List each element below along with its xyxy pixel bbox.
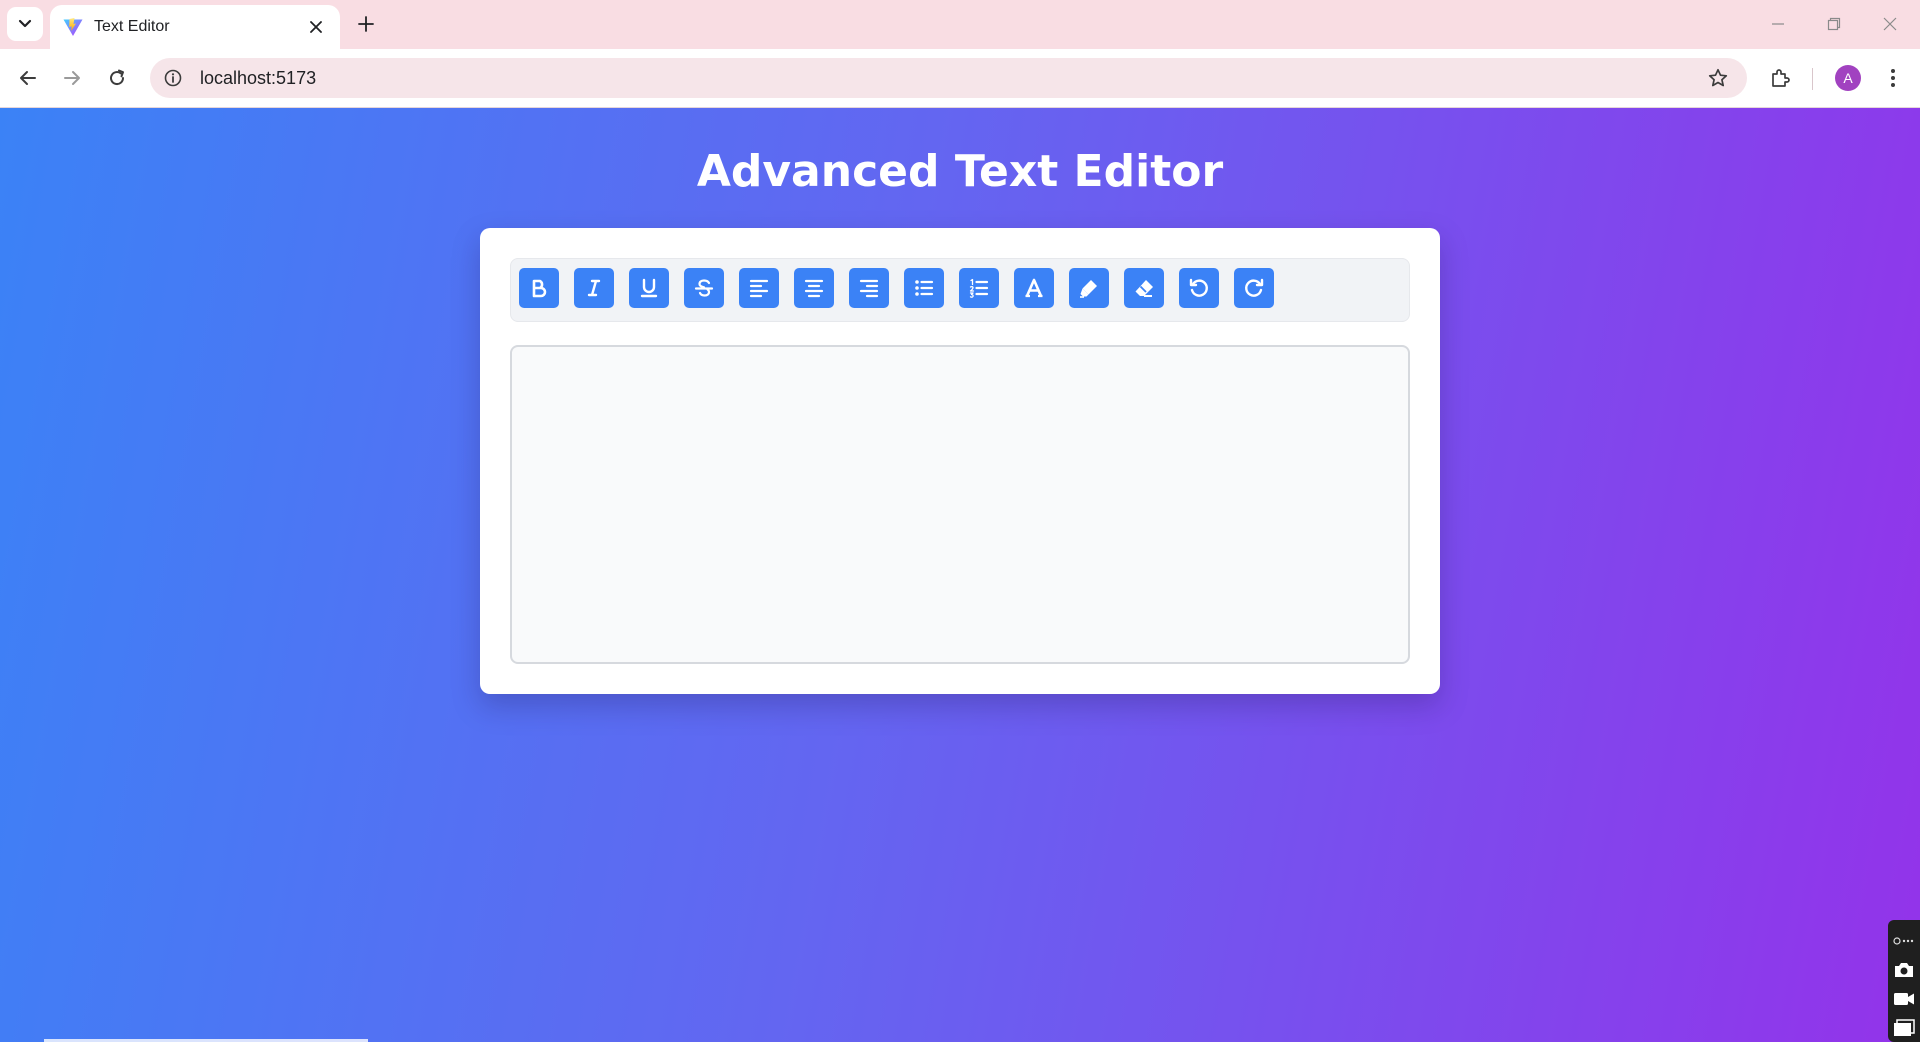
minimize-icon bbox=[1772, 23, 1784, 25]
bullet-list-button[interactable] bbox=[904, 268, 944, 308]
more-vertical-icon bbox=[1891, 69, 1895, 87]
highlight-button[interactable] bbox=[1069, 268, 1109, 308]
restore-button[interactable] bbox=[1814, 8, 1854, 40]
align-center-icon bbox=[804, 279, 824, 298]
arrow-left-icon bbox=[20, 71, 36, 85]
bookmark-star-icon[interactable] bbox=[1701, 61, 1735, 95]
info-icon[interactable] bbox=[158, 63, 188, 93]
formatting-toolbar bbox=[510, 258, 1410, 322]
browser-tabstrip: Text Editor bbox=[0, 0, 1920, 49]
video-camera-icon[interactable] bbox=[1890, 984, 1918, 1013]
numbered-list-icon bbox=[969, 278, 989, 298]
window-close-button[interactable] bbox=[1870, 8, 1910, 40]
bullet-list-icon bbox=[915, 280, 934, 296]
numbered-list-button[interactable] bbox=[959, 268, 999, 308]
puzzle-icon bbox=[1772, 69, 1790, 87]
align-center-button[interactable] bbox=[794, 268, 834, 308]
screen-record-icon[interactable] bbox=[1890, 1013, 1918, 1042]
back-button[interactable] bbox=[11, 61, 45, 95]
underline-icon bbox=[640, 278, 658, 298]
camera-icon[interactable] bbox=[1890, 955, 1918, 984]
page-title: Advanced Text Editor bbox=[696, 146, 1224, 197]
bold-icon bbox=[532, 279, 547, 298]
text-editor-area[interactable] bbox=[510, 345, 1410, 664]
page-background: Advanced Text Editor bbox=[0, 108, 1920, 1042]
capture-widget bbox=[1888, 920, 1920, 1042]
extensions-button[interactable] bbox=[1764, 61, 1798, 95]
close-icon[interactable] bbox=[304, 15, 328, 39]
tab-search-button[interactable] bbox=[7, 7, 43, 41]
restore-icon bbox=[1827, 17, 1841, 31]
url-text[interactable]: localhost:5173 bbox=[200, 68, 1701, 89]
toolbar-separator bbox=[1812, 68, 1813, 90]
profile-avatar[interactable]: A bbox=[1835, 65, 1861, 91]
browser-menu-button[interactable] bbox=[1876, 61, 1910, 95]
reload-button[interactable] bbox=[100, 61, 134, 95]
highlighter-icon bbox=[1080, 280, 1097, 298]
browser-toolbar: localhost:5173 A bbox=[0, 49, 1920, 108]
editor-card bbox=[480, 228, 1440, 694]
strikethrough-icon bbox=[694, 279, 714, 297]
text-color-button[interactable] bbox=[1014, 268, 1054, 308]
bold-button[interactable] bbox=[519, 268, 559, 308]
align-right-button[interactable] bbox=[849, 268, 889, 308]
italic-icon bbox=[587, 279, 601, 297]
font-icon bbox=[1025, 278, 1043, 298]
undo-button[interactable] bbox=[1179, 268, 1219, 308]
widget-menu-icon[interactable] bbox=[1890, 926, 1918, 955]
italic-button[interactable] bbox=[574, 268, 614, 308]
eraser-icon bbox=[1135, 280, 1153, 297]
browser-tab[interactable]: Text Editor bbox=[50, 5, 340, 49]
redo-icon bbox=[1245, 278, 1264, 297]
arrow-right-icon bbox=[64, 71, 80, 85]
align-right-icon bbox=[859, 279, 879, 298]
new-tab-button[interactable] bbox=[352, 10, 380, 38]
align-left-icon bbox=[749, 279, 769, 298]
chevron-down-icon bbox=[18, 19, 32, 28]
redo-button[interactable] bbox=[1234, 268, 1274, 308]
close-icon bbox=[1883, 17, 1897, 31]
strikethrough-button[interactable] bbox=[684, 268, 724, 308]
reload-icon bbox=[110, 69, 125, 86]
forward-button[interactable] bbox=[55, 61, 89, 95]
address-bar[interactable]: localhost:5173 bbox=[150, 58, 1747, 98]
align-left-button[interactable] bbox=[739, 268, 779, 308]
tab-title: Text Editor bbox=[94, 18, 170, 35]
underline-button[interactable] bbox=[629, 268, 669, 308]
plus-icon bbox=[358, 16, 374, 32]
undo-icon bbox=[1189, 278, 1208, 297]
minimize-button[interactable] bbox=[1758, 8, 1798, 40]
clear-format-button[interactable] bbox=[1124, 268, 1164, 308]
vite-logo-icon bbox=[62, 16, 84, 38]
